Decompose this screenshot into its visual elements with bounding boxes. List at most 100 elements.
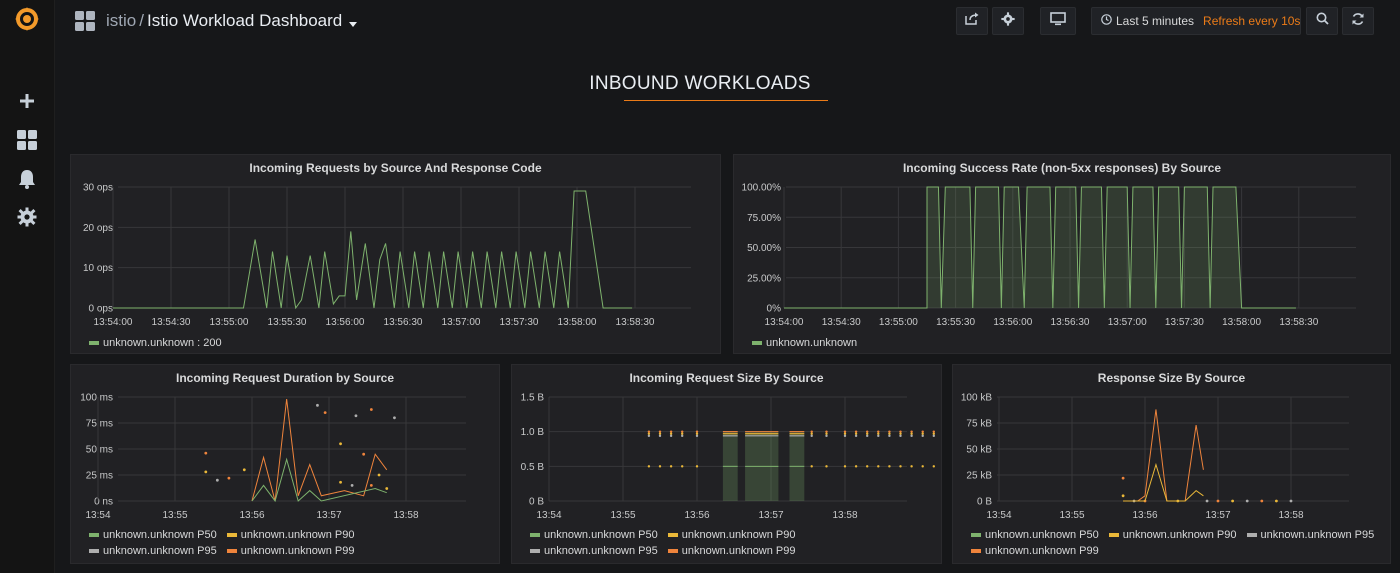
legend-label: unknown.unknown P99 — [985, 545, 1099, 557]
data-point — [695, 432, 699, 435]
grafana-logo-icon[interactable] — [12, 4, 42, 34]
data-point — [910, 434, 913, 438]
share-button[interactable] — [956, 7, 988, 35]
data-point — [1231, 499, 1234, 503]
x-tick-label: 13:58 — [1278, 510, 1303, 521]
data-point — [866, 434, 869, 438]
data-point — [669, 465, 673, 468]
x-tick-label: 13:56 — [239, 510, 264, 521]
legend-swatch — [530, 533, 540, 537]
data-point — [866, 430, 869, 433]
x-tick-label: 13:57:30 — [500, 317, 539, 328]
data-point — [647, 434, 651, 438]
data-point — [810, 432, 813, 435]
panel-request-duration[interactable]: Incoming Request Duration by Source 100 … — [70, 364, 500, 564]
y-tick-label: 50 kB — [966, 445, 992, 456]
x-tick-label: 13:57:00 — [442, 317, 481, 328]
y-tick-label: 50.00% — [747, 243, 781, 254]
legend-swatch — [667, 533, 678, 537]
time-range-label: Last 5 minutes — [1116, 14, 1195, 28]
legend: unknown.unknown P50 unknown.unknown P90 un… — [530, 527, 940, 559]
y-tick-label: 50 ms — [86, 445, 113, 456]
data-point — [377, 473, 381, 477]
legend-item[interactable]: unknown.unknown P50 — [971, 527, 1099, 543]
legend-label: unknown.unknown P90 — [240, 529, 355, 541]
legend-label: unknown.unknown P50 — [985, 529, 1099, 541]
panel-request-size[interactable]: Incoming Request Size By Source 1.5 B 1.0… — [511, 364, 942, 564]
legend-swatch — [226, 533, 237, 537]
breadcrumb-folder[interactable]: istio — [106, 11, 136, 30]
configuration-icon[interactable] — [12, 202, 42, 232]
legend-item[interactable]: unknown.unknown — [752, 335, 857, 351]
legend-label: unknown.unknown P99 — [240, 545, 355, 557]
legend-item[interactable]: unknown.unknown : 200 — [89, 335, 222, 351]
panel-success-rate[interactable]: Incoming Success Rate (non-5xx responses… — [733, 154, 1391, 354]
data-point — [339, 480, 342, 484]
panel-incoming-requests[interactable]: Incoming Requests by Source And Response… — [70, 154, 721, 354]
caret-down-icon[interactable] — [349, 12, 358, 32]
x-tick-label: 13:56 — [684, 510, 709, 521]
legend-label: unknown.unknown P95 — [1260, 529, 1375, 541]
panel-response-size[interactable]: Response Size By Source 100 kB 75 kB 50 kB… — [952, 364, 1391, 564]
data-point — [932, 430, 935, 433]
breadcrumb[interactable]: istio / Istio Workload Dashboard — [106, 11, 358, 32]
data-point — [877, 430, 880, 433]
data-point — [843, 434, 847, 438]
dashboard-title[interactable]: Istio Workload Dashboard — [147, 11, 342, 30]
series-line — [251, 457, 387, 503]
data-point — [843, 465, 847, 468]
data-point — [385, 487, 389, 490]
data-point — [658, 430, 662, 433]
series-line — [251, 399, 388, 502]
data-point — [888, 465, 891, 468]
legend-item[interactable]: unknown.unknown P95 — [530, 543, 658, 559]
x-tick-label: 13:58:30 — [616, 317, 655, 328]
dashboard-navbar: istio / Istio Workload Dashboard Last 5 mi… — [55, 0, 1400, 44]
y-tick-label: 0 ns — [94, 497, 113, 508]
legend-item[interactable]: unknown.unknown P90 — [1108, 527, 1237, 543]
row-title[interactable]: INBOUND WORKLOADS — [0, 73, 1400, 95]
data-point — [1275, 499, 1278, 503]
time-picker[interactable]: Last 5 minutes Refresh every 10s — [1091, 7, 1301, 35]
zoom-out-button[interactable] — [1306, 7, 1338, 35]
legend-item[interactable]: unknown.unknown P99 — [226, 543, 355, 559]
data-point — [877, 434, 880, 438]
x-tick-label: 13:55:00 — [210, 317, 249, 328]
data-point — [877, 465, 880, 468]
legend-item[interactable]: unknown.unknown P95 — [89, 543, 217, 559]
x-tick-label: 13:57:30 — [1165, 317, 1204, 328]
data-point — [647, 465, 651, 468]
data-point — [854, 432, 858, 435]
dashboards-icon[interactable] — [12, 125, 42, 155]
x-tick-label: 13:55 — [610, 510, 635, 521]
settings-button[interactable] — [992, 7, 1024, 35]
series-line — [113, 190, 633, 310]
x-tick-label: 13:55:00 — [879, 317, 918, 328]
data-point — [921, 430, 924, 433]
legend-item[interactable]: unknown.unknown P90 — [226, 527, 355, 543]
legend-item[interactable]: unknown.unknown P50 — [530, 527, 658, 543]
alerting-icon[interactable] — [12, 164, 42, 194]
legend-item[interactable]: unknown.unknown P99 — [667, 543, 796, 559]
data-point — [810, 430, 813, 433]
legend-item[interactable]: unknown.unknown P99 — [971, 543, 1099, 559]
data-point — [1245, 499, 1249, 503]
legend-item[interactable]: unknown.unknown P95 — [1246, 527, 1375, 543]
legend-swatch — [226, 549, 237, 553]
legend-item[interactable]: unknown.unknown P90 — [667, 527, 796, 543]
data-point — [647, 430, 651, 433]
legend-item[interactable]: unknown.unknown P50 — [89, 527, 217, 543]
tv-mode-button[interactable] — [1040, 7, 1076, 35]
refresh-interval-label: Refresh every 10s — [1203, 14, 1301, 28]
legend-swatch — [1246, 533, 1257, 537]
data-point — [695, 430, 699, 433]
y-tick-label: 100 ms — [80, 393, 113, 404]
y-tick-label: 20 ops — [83, 223, 113, 234]
refresh-button[interactable] — [1342, 7, 1374, 35]
y-tick-label: 25.00% — [747, 273, 781, 284]
data-point — [888, 430, 891, 433]
legend-swatch — [89, 533, 99, 537]
data-point — [227, 476, 231, 480]
row-title-underline — [624, 100, 828, 101]
data-point — [877, 432, 880, 435]
